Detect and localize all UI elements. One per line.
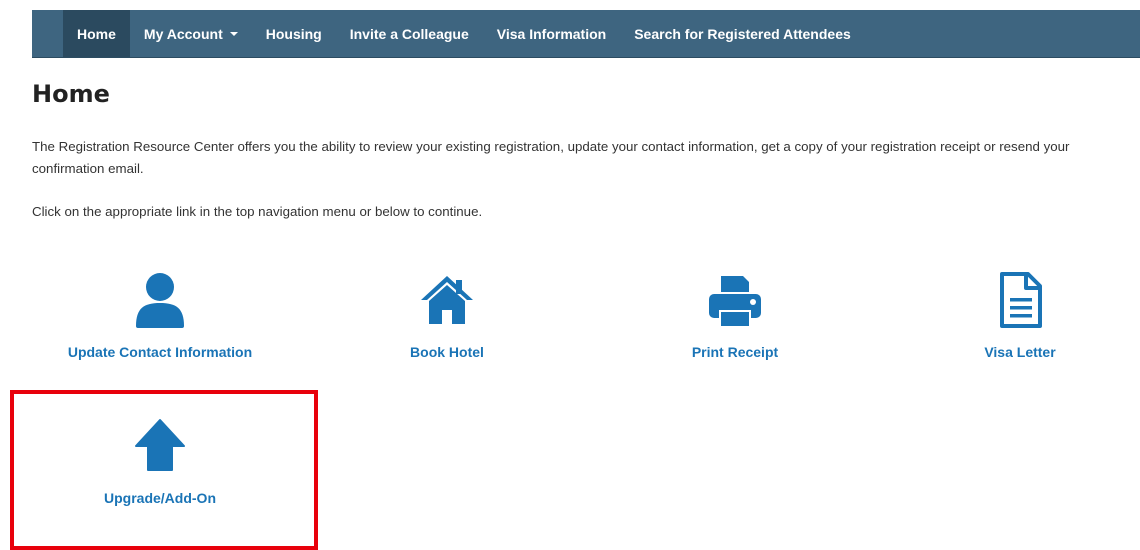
nav-housing-label: Housing — [265, 25, 322, 42]
top-navigation: Home My Account Housing Invite a Colleag… — [32, 10, 1140, 58]
document-icon — [1000, 272, 1042, 328]
nav-invite-colleague-label: Invite a Colleague — [349, 25, 469, 42]
highlight-box — [10, 390, 318, 550]
nav-search-attendees[interactable]: Search for Registered Attendees — [620, 10, 865, 57]
intro-text: The Registration Resource Center offers … — [32, 139, 1070, 176]
tile-visa-letter-label: Visa Letter — [984, 344, 1056, 360]
tile-update-contact[interactable]: Update Contact Information — [15, 270, 305, 360]
tile-book-hotel[interactable]: Book Hotel — [302, 270, 592, 360]
page-title: Home — [32, 80, 110, 108]
printer-icon — [709, 276, 761, 326]
nav-my-account-label: My Account — [143, 25, 223, 42]
nav-home[interactable]: Home — [63, 10, 130, 57]
nav-home-label: Home — [77, 25, 116, 42]
tile-visa-letter[interactable]: Visa Letter — [875, 270, 1140, 360]
nav-visa-information-label: Visa Information — [496, 25, 607, 42]
user-icon — [136, 273, 184, 328]
nav-my-account[interactable]: My Account — [130, 10, 252, 57]
instruction-text: Click on the appropriate link in the top… — [32, 204, 483, 219]
tile-print-receipt[interactable]: Print Receipt — [590, 270, 880, 360]
nav-visa-information[interactable]: Visa Information — [483, 10, 620, 57]
tile-book-hotel-label: Book Hotel — [410, 344, 484, 360]
tile-update-contact-label: Update Contact Information — [67, 344, 253, 360]
home-icon — [421, 276, 473, 324]
caret-down-icon — [229, 31, 238, 36]
tile-print-receipt-label: Print Receipt — [691, 344, 779, 360]
nav-invite-colleague[interactable]: Invite a Colleague — [336, 10, 483, 57]
nav-housing[interactable]: Housing — [252, 10, 336, 57]
nav-search-attendees-label: Search for Registered Attendees — [634, 25, 851, 42]
